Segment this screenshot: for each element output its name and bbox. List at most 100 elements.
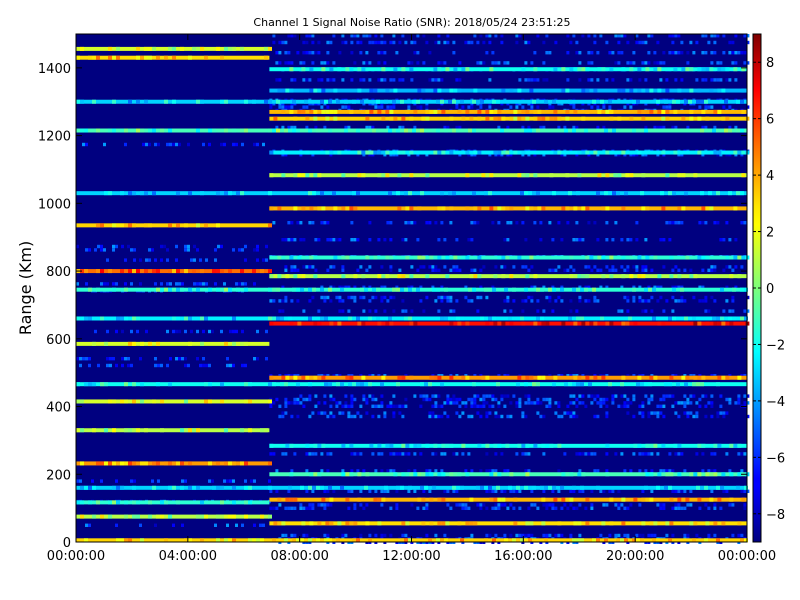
noise-cell: [422, 265, 426, 269]
noise-cell: [674, 78, 678, 82]
snr-band-cell: [377, 321, 382, 326]
noise-cell: [311, 40, 315, 45]
noise-cell: [587, 265, 591, 269]
snr-band-cell: [601, 206, 606, 211]
snr-band-cell: [609, 521, 614, 526]
noise-cell: [569, 503, 573, 507]
snr-band-cell: [709, 206, 714, 211]
noise-cell: [656, 452, 660, 456]
noise-cell: [686, 401, 690, 405]
noise-cell: [127, 244, 130, 249]
noise-cell: [515, 404, 519, 408]
noise-cell: [560, 299, 564, 303]
snr-band-cell: [120, 399, 124, 404]
noise-cell: [527, 40, 531, 45]
noise-cell: [275, 489, 279, 493]
snr-band-cell: [128, 341, 132, 346]
noise-cell: [575, 404, 579, 408]
snr-band-cell: [461, 375, 466, 380]
noise-cell: [551, 506, 555, 510]
noise-cell: [731, 295, 735, 300]
noise-cell: [677, 452, 681, 456]
snr-band-cell: [392, 99, 396, 104]
noise-cell: [533, 78, 537, 82]
noise-cell: [587, 299, 591, 303]
noise-cell: [184, 363, 187, 368]
snr-band-cell: [208, 128, 212, 133]
noise-cell: [172, 329, 175, 334]
snr-band-cell: [677, 497, 682, 502]
snr-band-cell: [132, 428, 136, 433]
noise-cell: [401, 34, 405, 38]
noise-cell: [425, 394, 429, 398]
snr-band-cell: [309, 375, 314, 380]
noise-cell: [265, 357, 268, 361]
y-tick-label: 0: [63, 536, 71, 551]
snr-band-cell: [449, 375, 454, 380]
noise-cell: [542, 533, 546, 538]
noise-cell: [713, 469, 717, 473]
noise-cell: [359, 404, 363, 408]
snr-band-cell: [144, 428, 148, 433]
snr-band-cell: [633, 321, 638, 326]
snr-band-cell: [317, 521, 322, 526]
noise-cell: [590, 61, 594, 65]
noise-cell: [647, 414, 651, 419]
x-tick-label: 12:00:00: [382, 549, 440, 564]
noise-cell: [401, 414, 405, 419]
snr-band-cell: [285, 443, 290, 448]
snr-band-cell: [724, 128, 728, 133]
snr-band-cell: [260, 269, 264, 274]
snr-band-cell: [437, 521, 442, 526]
snr-band-cell: [352, 99, 356, 104]
noise-cell: [698, 105, 702, 109]
noise-cell: [326, 78, 330, 82]
noise-cell: [707, 309, 711, 313]
snr-band-cell: [313, 255, 318, 260]
snr-band-cell: [572, 382, 576, 387]
snr-band-cell: [228, 269, 232, 274]
snr-band-cell: [736, 485, 740, 490]
snr-band-cell: [713, 109, 718, 114]
snr-band-cell: [289, 88, 294, 93]
noise-cell: [311, 34, 315, 38]
noise-cell: [404, 397, 408, 402]
noise-cell: [332, 238, 336, 242]
snr-band-cell: [341, 472, 346, 477]
noise-cell: [353, 452, 357, 456]
snr-band-cell: [321, 88, 326, 93]
noise-cell: [713, 299, 717, 303]
noise-cell: [338, 401, 342, 405]
noise-cell: [262, 523, 265, 527]
noise-cell: [253, 357, 256, 361]
snr-band-cell: [661, 321, 666, 326]
noise-cell: [235, 282, 238, 286]
x-tick-label: 20:00:00: [606, 549, 664, 564]
snr-band-cell: [196, 99, 200, 104]
snr-band-cell: [644, 485, 648, 490]
snr-band-cell: [76, 99, 80, 104]
snr-band-cell: [521, 173, 526, 178]
snr-band-cell: [672, 316, 676, 321]
snr-band-cell: [733, 67, 738, 72]
noise-cell: [710, 394, 714, 398]
snr-band-cell: [553, 116, 558, 121]
noise-cell: [314, 238, 318, 242]
snr-band-cell: [337, 321, 342, 326]
snr-band-cell: [309, 67, 314, 72]
snr-band-cell: [473, 150, 478, 155]
noise-cell: [617, 506, 621, 510]
snr-band-cell: [277, 88, 282, 93]
noise-cell: [644, 61, 648, 65]
noise-cell: [214, 258, 217, 262]
y-axis-label: Range (Km): [16, 241, 35, 335]
noise-cell: [545, 78, 549, 82]
noise-cell: [281, 105, 285, 109]
noise-cell: [686, 414, 690, 419]
snr-band-cell: [381, 173, 386, 178]
noise-cell: [175, 244, 178, 249]
noise-cell: [353, 503, 357, 507]
snr-band-cell: [329, 321, 334, 326]
snr-band-cell: [301, 274, 306, 279]
snr-band-cell: [485, 109, 490, 114]
